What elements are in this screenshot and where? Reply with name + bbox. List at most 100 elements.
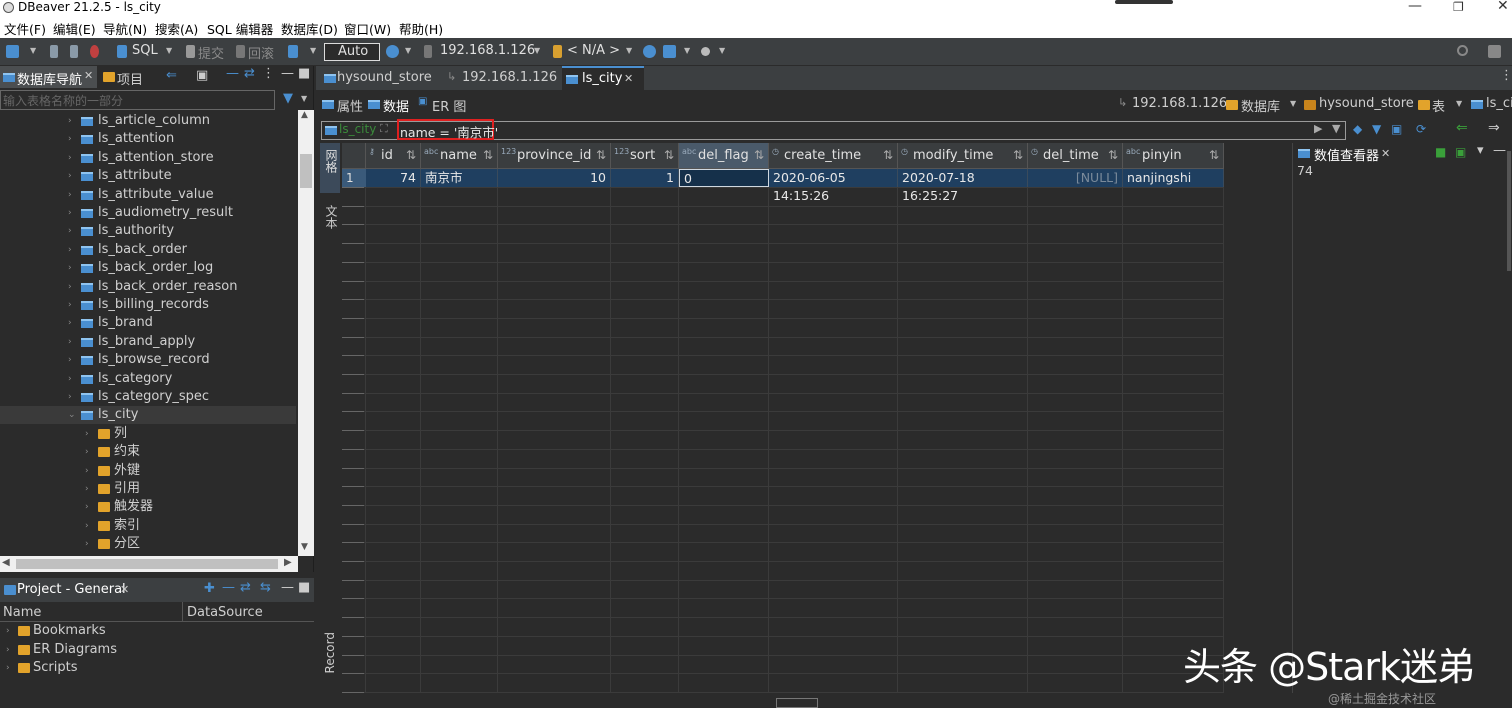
grid-corner[interactable] [342, 143, 366, 169]
filter-settings-icon[interactable]: ▼ [1372, 122, 1381, 136]
chevron-right-icon[interactable]: › [85, 498, 89, 516]
sort-icon[interactable]: ⇅ [1013, 143, 1023, 167]
stop-icon[interactable] [90, 45, 99, 58]
menu-search[interactable]: 搜索(A) [155, 19, 198, 38]
sync-icon[interactable]: ⇆ [260, 580, 271, 595]
tab-connection[interactable]: ↳ 192.168.1.126 [445, 66, 557, 90]
viewer-minimize-icon[interactable]: — [1493, 143, 1506, 158]
chevron-right-icon[interactable]: › [68, 222, 72, 240]
row-number[interactable]: 1 [342, 169, 366, 187]
side-tab-record[interactable]: Record [320, 630, 340, 692]
rollback-button[interactable]: 回滚 [248, 43, 274, 62]
filter-history-icon[interactable]: ▼ [1332, 122, 1340, 135]
chevron-right-icon[interactable]: › [68, 130, 72, 148]
cell-create-time[interactable]: 2020-06-05 14:15:26 [769, 169, 898, 203]
close-tab-icon[interactable]: ✕ [84, 69, 93, 82]
cell-del-time[interactable]: [NULL] [1028, 169, 1123, 187]
tree-folder-0[interactable]: › 列 [0, 425, 296, 443]
active-schema[interactable]: < N/A > [567, 43, 620, 58]
project-title[interactable]: Project - General [17, 582, 126, 597]
cell-pinyin[interactable]: nanjingshi [1123, 169, 1224, 187]
tree-table-ls-attention[interactable]: › ls_attention [0, 130, 296, 148]
collapse-icon[interactable]: — [222, 580, 235, 595]
chevron-right-icon[interactable]: › [68, 186, 72, 204]
tree-table-ls-attention-store[interactable]: › ls_attention_store [0, 149, 296, 167]
refresh-icon[interactable] [386, 45, 399, 58]
column-header-del-flag[interactable]: abc del_flag ⇅ [679, 143, 769, 169]
filter-icon[interactable]: ▼ [283, 91, 293, 106]
link-icon[interactable]: ⇄ [240, 580, 251, 595]
erase-filter-icon[interactable]: ◆ [1353, 122, 1362, 136]
link-editor-icon[interactable]: ▣ [196, 68, 208, 83]
chevron-right-icon[interactable]: › [85, 443, 89, 461]
collapse-all-icon[interactable]: ⇐ [166, 68, 177, 83]
chevron-right-icon[interactable]: › [68, 149, 72, 167]
chevron-right-icon[interactable]: › [68, 388, 72, 406]
viewer-menu-icon[interactable]: ▾ [1477, 143, 1484, 158]
tree-folder-1[interactable]: › 约束 [0, 443, 296, 461]
tree-table-ls-city[interactable]: ⌄ ls_city [0, 406, 296, 425]
menu-navigate[interactable]: 导航(N) [103, 19, 147, 38]
sort-icon[interactable]: ⇅ [664, 143, 674, 167]
chevron-right-icon[interactable]: › [85, 535, 89, 553]
column-datasource[interactable]: DataSource [187, 605, 263, 620]
sort-icon[interactable]: ⇅ [1108, 143, 1118, 167]
refresh-data-icon[interactable]: ⟳ [1416, 122, 1426, 136]
tree-table-ls-article-column[interactable]: › ls_article_column [0, 112, 296, 130]
tab-hysound-store[interactable]: hysound_store [320, 66, 432, 90]
tree-table-ls-attribute[interactable]: › ls_attribute [0, 167, 296, 185]
tree-vscroll-thumb[interactable] [300, 154, 312, 188]
menu-window[interactable]: 窗口(W) [344, 19, 391, 38]
commit-button[interactable]: 提交 [198, 43, 224, 62]
cell-modify-time[interactable]: 2020-07-18 16:25:27 [898, 169, 1028, 203]
tree-table-ls-category[interactable]: › ls_category [0, 370, 296, 388]
menu-file[interactable]: 文件(F) [4, 19, 46, 38]
cell-id[interactable]: 74 [366, 169, 421, 187]
sort-icon[interactable]: ⇅ [596, 143, 606, 167]
forward-icon[interactable]: ⇒ [1488, 120, 1500, 136]
save-value-icon[interactable]: ■ [1435, 145, 1446, 159]
column-header-sort[interactable]: 123 sort ⇅ [611, 143, 679, 169]
sort-icon[interactable]: ⇅ [406, 143, 416, 167]
tree-table-ls-attribute-value[interactable]: › ls_attribute_value [0, 186, 296, 204]
chevron-right-icon[interactable]: › [68, 241, 72, 259]
chevron-right-icon[interactable]: › [68, 259, 72, 277]
column-header-create-time[interactable]: ◷ create_time ⇅ [769, 143, 898, 169]
tree-folder-2[interactable]: › 外键 [0, 462, 296, 480]
connect-icon[interactable] [50, 45, 58, 58]
swap-icon[interactable]: ⇄ [244, 66, 255, 81]
tab-database-navigator[interactable]: 数据库导航 ✕ [0, 66, 97, 88]
disconnect-icon[interactable] [70, 45, 78, 58]
chevron-right-icon[interactable]: › [68, 296, 72, 314]
viewer-scrollbar[interactable] [1507, 151, 1511, 271]
column-header-pinyin[interactable]: abc pinyin ⇅ [1123, 143, 1224, 169]
side-tab-grid[interactable]: 网格 [320, 143, 340, 193]
back-icon[interactable]: ⇐ [1456, 120, 1468, 136]
editor-menu-icon[interactable]: ⋮ [1500, 68, 1512, 83]
chevron-right-icon[interactable]: › [68, 278, 72, 296]
rollback-icon[interactable] [236, 45, 245, 58]
chevron-right-icon[interactable]: › [85, 425, 89, 443]
content-icon[interactable]: ▣ [1455, 145, 1466, 159]
column-name[interactable]: Name [3, 605, 41, 620]
tree-table-ls-back-order-log[interactable]: › ls_back_order_log [0, 259, 296, 277]
menu-sql-editor[interactable]: SQL 编辑器 [207, 19, 273, 38]
perspective-icon[interactable] [1488, 45, 1501, 58]
tx-filter-icon[interactable] [288, 45, 298, 58]
cell-sort[interactable]: 1 [611, 169, 679, 187]
filter-input[interactable]: name = '南京市' [400, 122, 498, 141]
project-item-scripts[interactable]: › Scripts [0, 659, 300, 677]
tree-folder-5[interactable]: › 索引 [0, 517, 296, 535]
column-header-modify-time[interactable]: ◷ modify_time ⇅ [898, 143, 1028, 169]
sql-template-icon[interactable] [663, 45, 676, 58]
tab-ls-city[interactable]: ls_city ✕ [562, 66, 644, 90]
column-header-province-id[interactable]: 123 province_id ⇅ [498, 143, 611, 169]
tree-table-ls-brand[interactable]: › ls_brand [0, 314, 296, 332]
chevron-down-icon[interactable]: ⌄ [68, 406, 76, 424]
chevron-right-icon[interactable]: › [68, 314, 72, 332]
view-menu-icon[interactable]: ⋮ [262, 66, 275, 81]
tree-folder-6[interactable]: › 分区 [0, 535, 296, 553]
maximize-project-icon[interactable]: ■ [298, 580, 310, 595]
active-host[interactable]: 192.168.1.126 [440, 43, 535, 58]
chevron-right-icon[interactable]: › [68, 204, 72, 222]
